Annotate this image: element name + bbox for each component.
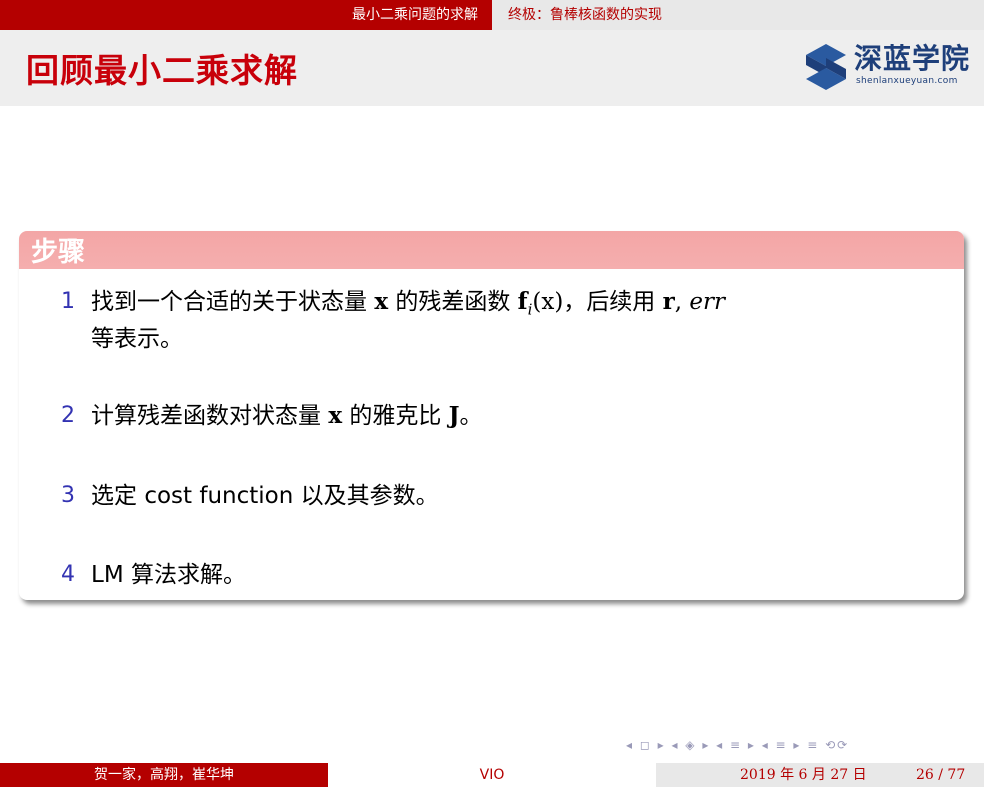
footer-bar: 贺一家，高翔，崔华坤 VIO 2019 年 6 月 27 日 26 / 77 [0,763,984,787]
steps-block-header: 步骤 [19,231,964,269]
current-section-link[interactable]: 最小二乘问题的求解 [0,0,492,30]
steps-block-title: 步骤 [31,237,85,268]
footer-date: 2019 年 6 月 27 日 [740,767,867,783]
next-section-link[interactable]: 终极：鲁棒核函数的实现 [492,0,984,30]
item-number: 1 [61,289,75,314]
beamer-navigation-symbols[interactable]: ◂ ◻ ▸ ◂ ◈ ▸ ◂ ≡ ▸ ◂ ≡ ▸ ≡ ⟲⟳ [626,738,849,752]
logo-name: 深蓝学院 [854,42,971,75]
logo-mark-icon [806,44,846,90]
item-text: 找到一个合适的关于状态量 x 的残差函数 fi(x)，后续用 r, err [91,288,725,319]
steps-block: 步骤 1 找到一个合适的关于状态量 x 的残差函数 fi(x)，后续用 r, e… [19,231,964,600]
logo-url: shenlanxueyuan.com [856,76,958,86]
item-text: 计算残差函数对状态量 x 的雅克比 J。 [91,402,483,429]
item-number: 4 [61,562,75,587]
institute-logo: 深蓝学院 shenlanxueyuan.com [802,40,970,96]
footer-authors: 贺一家，高翔，崔华坤 [0,763,328,787]
footer-date-page: 2019 年 6 月 27 日 26 / 77 [656,763,984,787]
footer-page-number: 26 / 77 [916,767,966,783]
section-navigation-bar: 最小二乘问题的求解 终极：鲁棒核函数的实现 [0,0,984,30]
item-number: 2 [61,403,75,428]
item-text: 选定 cost function 以及其参数。 [91,483,439,509]
frame-title: 回顾最小二乘求解 [26,51,298,90]
footer-short-title: VIO [328,763,656,787]
item-text: LM 算法求解。 [91,562,246,588]
item-number: 3 [61,483,75,508]
